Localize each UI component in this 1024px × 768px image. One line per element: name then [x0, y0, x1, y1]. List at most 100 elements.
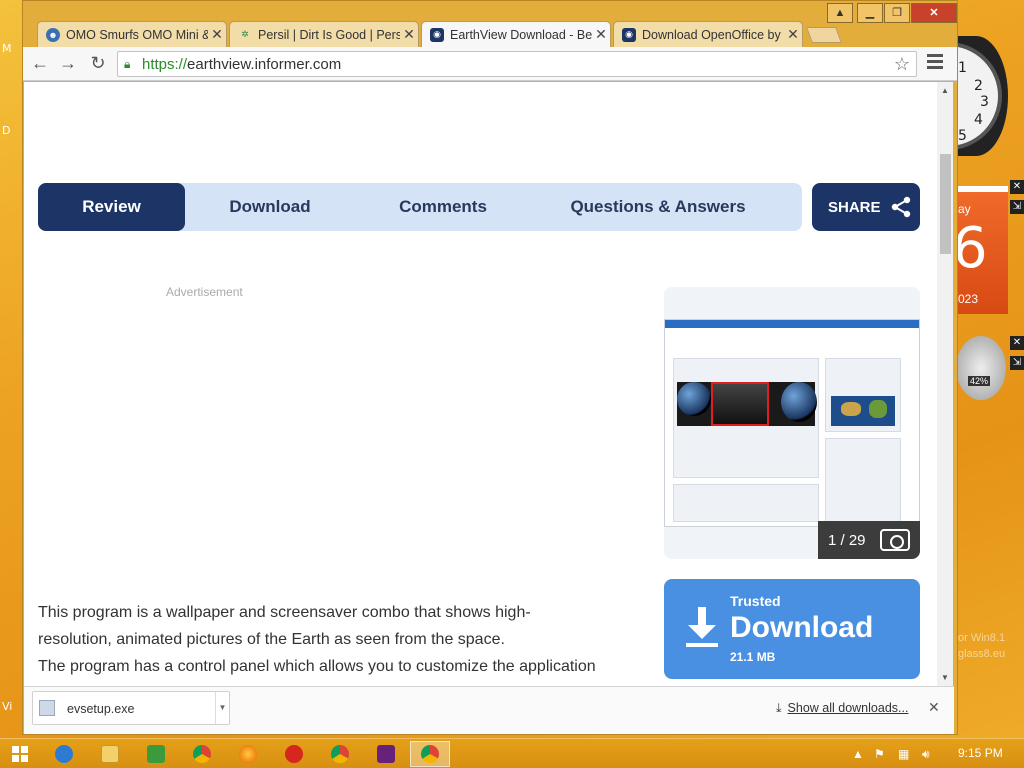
browser-toolbar: ← → ↻ 🔒︎ https://earthview.informer.com …: [23, 47, 957, 81]
close-window-button[interactable]: ✕: [911, 3, 957, 23]
installer-file-icon: [39, 700, 55, 716]
desktop-label: M: [2, 42, 12, 55]
tab-close-icon[interactable]: ✕: [208, 26, 226, 43]
visual-studio-icon[interactable]: [366, 741, 406, 767]
back-icon[interactable]: ←: [29, 53, 51, 74]
program-description: This program is a wallpaper and screensa…: [38, 599, 638, 680]
clock-number: 4: [974, 112, 983, 128]
page-scrollbar[interactable]: ▲ ▼: [937, 82, 953, 686]
share-label: SHARE: [828, 198, 881, 216]
firefox-icon[interactable]: [228, 741, 268, 767]
title-bar: ☻ OMO Smurfs OMO Mini & ✕ ✲ Persil | Dir…: [23, 1, 957, 47]
store-icon[interactable]: [136, 741, 176, 767]
url-text: https://earthview.informer.com: [142, 56, 341, 73]
show-all-downloads-link[interactable]: ⤓ Show all downloads...: [776, 701, 908, 716]
gadget-resize-icon[interactable]: ⇲: [1010, 200, 1024, 214]
description-line: The program has a control panel which al…: [38, 658, 596, 675]
calendar-gadget[interactable]: ay 6 023: [952, 186, 1008, 314]
minimize-button[interactable]: ▁: [857, 3, 883, 23]
tab-download[interactable]: Download: [198, 183, 342, 231]
tab-close-icon[interactable]: ✕: [784, 26, 802, 43]
taskbar-clock[interactable]: 9:15 PM: [958, 746, 1003, 760]
cpu-percent: 42%: [968, 376, 991, 386]
tray-expand-icon[interactable]: ▲: [852, 747, 864, 761]
gallery-counter[interactable]: 1 / 29: [818, 521, 920, 559]
download-item[interactable]: evsetup.exe ▼: [32, 691, 230, 725]
gallery-count-text: 1 / 29: [828, 531, 866, 549]
close-shelf-icon[interactable]: ✕: [928, 699, 940, 716]
url-host: earthview.informer.com: [187, 56, 342, 73]
volume-icon[interactable]: 🔊︎: [922, 747, 930, 762]
tab-questions-answers[interactable]: Questions & Answers: [558, 183, 758, 231]
browser-tab[interactable]: ◉ Download OpenOffice by ✕: [613, 21, 803, 47]
show-all-label: Show all downloads...: [787, 701, 909, 715]
camera-icon: [879, 529, 910, 551]
scroll-up-icon[interactable]: ▲: [937, 86, 953, 95]
file-explorer-icon[interactable]: [90, 741, 130, 767]
cpu-meter-gadget[interactable]: 42%: [956, 336, 1006, 400]
trusted-label: Trusted: [730, 593, 781, 609]
gadget-resize-icon[interactable]: ⇲: [1010, 356, 1024, 370]
gadget-close-icon[interactable]: ✕: [1010, 336, 1024, 350]
screenshot-gallery[interactable]: 1 / 29: [664, 287, 920, 559]
network-icon[interactable]: ▦: [898, 747, 909, 761]
app-screenshot[interactable]: [664, 319, 920, 527]
download-label: Download: [730, 611, 874, 644]
opera-icon[interactable]: [274, 741, 314, 767]
start-button[interactable]: [0, 741, 40, 767]
forward-icon[interactable]: →: [57, 53, 79, 74]
maximize-button[interactable]: ❐: [884, 3, 910, 23]
page-viewport: Review Download Comments Questions & Ans…: [24, 82, 938, 686]
tab-title: OMO Smurfs OMO Mini &: [66, 27, 208, 42]
gadget-close-icon[interactable]: ✕: [1010, 180, 1024, 194]
clock-number: 1: [958, 60, 967, 76]
tab-title: Download OpenOffice by: [642, 27, 781, 42]
tab-review[interactable]: Review: [38, 183, 185, 231]
taskbar: ▲ ⚑ ▦ 🔊︎ 9:15 PM: [0, 738, 1024, 768]
browser-tab[interactable]: ✲ Persil | Dirt Is Good | Persil ✕: [229, 21, 419, 47]
tab-title: EarthView Download - Be: [450, 27, 592, 42]
description-line: resolution, animated pictures of the Ear…: [38, 631, 505, 648]
download-icon: ⤓: [776, 701, 782, 715]
tab-title: Persil | Dirt Is Good | Persil: [258, 27, 400, 42]
watermark-text: glass8.eu: [958, 648, 1006, 660]
clock-number: 5: [958, 128, 967, 144]
page-tabs: Review Download Comments Questions & Ans…: [38, 183, 802, 231]
new-tab-button[interactable]: [806, 27, 842, 43]
informer-icon: ◉: [622, 27, 636, 42]
tab-close-icon[interactable]: ✕: [400, 26, 418, 43]
menu-icon[interactable]: [927, 54, 943, 72]
browser-window: ☻ OMO Smurfs OMO Mini & ✕ ✲ Persil | Dir…: [22, 0, 958, 735]
bookmark-star-icon[interactable]: ☆: [894, 54, 910, 75]
persil-icon: ✲: [241, 29, 249, 39]
clock-number: 2: [974, 78, 983, 94]
scroll-thumb[interactable]: [940, 154, 951, 254]
url-scheme: https://: [142, 56, 188, 73]
clock-number: 3: [980, 94, 989, 110]
address-bar[interactable]: 🔒︎ https://earthview.informer.com ☆: [117, 51, 917, 77]
browser-tab[interactable]: ☻ OMO Smurfs OMO Mini & ✕: [37, 21, 227, 47]
profile-icon[interactable]: ▲: [827, 3, 853, 23]
chrome-icon[interactable]: [320, 741, 360, 767]
informer-icon: ◉: [430, 27, 444, 42]
tab-close-icon[interactable]: ✕: [592, 26, 610, 43]
scroll-down-icon[interactable]: ▼: [937, 673, 953, 682]
advertisement-label: Advertisement: [166, 285, 243, 299]
share-button[interactable]: SHARE: [812, 183, 920, 231]
desktop-label: Vi: [2, 700, 13, 713]
lock-icon: 🔒︎: [124, 57, 131, 71]
share-icon: [891, 196, 910, 218]
chevron-down-icon[interactable]: ▼: [215, 692, 229, 724]
internet-explorer-icon[interactable]: [44, 741, 84, 767]
download-shelf: evsetup.exe ▼ ⤓ Show all downloads... ✕: [24, 686, 954, 734]
smurf-icon: ☻: [46, 27, 60, 42]
trusted-download-button[interactable]: Trusted Download 21.1 MB: [664, 579, 920, 679]
browser-tab-active[interactable]: ◉ EarthView Download - Be ✕: [421, 21, 611, 47]
chrome-active-icon[interactable]: [410, 741, 450, 767]
action-center-icon[interactable]: ⚑: [874, 747, 885, 761]
chrome-icon[interactable]: [182, 741, 222, 767]
tab-comments[interactable]: Comments: [368, 183, 518, 231]
reload-icon[interactable]: ↻: [87, 53, 109, 74]
description-line: This program is a wallpaper and screensa…: [38, 604, 531, 621]
watermark-text: or Win8.1: [958, 632, 1006, 644]
